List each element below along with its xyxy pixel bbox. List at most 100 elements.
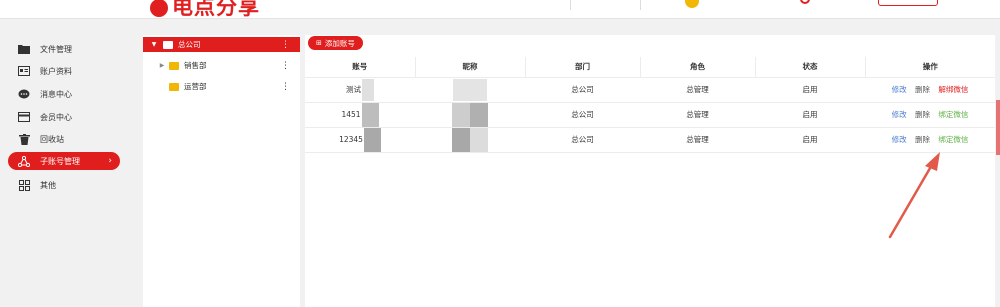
add-account-button[interactable]: ⊞ 添加账号 xyxy=(308,36,363,50)
unbind-wechat-link[interactable]: 解绑微信 xyxy=(938,84,968,95)
account-value: 1451 xyxy=(341,109,361,119)
trash-icon xyxy=(18,133,30,145)
table-row: 1451 总公司 总管理 启用 修改 删除 绑定微信 xyxy=(305,102,995,128)
status-cell: 启用 xyxy=(755,77,865,103)
edit-link[interactable]: 修改 xyxy=(892,134,907,145)
redacted-block xyxy=(452,102,470,127)
more-icon[interactable]: ⋮ xyxy=(281,40,290,50)
sidebar-item-sub-accounts[interactable]: 子账号管理 › xyxy=(8,152,120,170)
tree-node-label: 销售部 xyxy=(184,61,207,70)
column-header-department: 部门 xyxy=(524,57,641,78)
folder-icon xyxy=(163,40,173,49)
status-cell: 启用 xyxy=(755,102,865,128)
actions-cell: 修改 删除 解绑微信 xyxy=(865,77,995,103)
redacted-block xyxy=(470,102,488,127)
scrollbar-track[interactable] xyxy=(995,35,1000,307)
tree-node-label: 运营部 xyxy=(184,82,207,91)
sidebar-item-label: 回收站 xyxy=(40,134,64,144)
tree-node-label: 总公司 xyxy=(178,40,201,49)
header-outline-button[interactable] xyxy=(878,0,938,6)
column-header-account: 账号 xyxy=(305,57,416,78)
folder-icon xyxy=(169,61,179,70)
redacted-block xyxy=(361,102,379,127)
id-card-icon xyxy=(18,65,30,77)
caret-down-icon[interactable]: ▼ xyxy=(149,41,159,48)
redacted-block xyxy=(363,127,381,152)
sidebar-item-files[interactable]: 文件管理 xyxy=(8,40,120,58)
grid-icon xyxy=(18,179,30,191)
sidebar: 文件管理 账户资料 消息中心 会员中心 回收站 子账号管理 › 其他 xyxy=(0,19,127,307)
edit-link[interactable]: 修改 xyxy=(892,84,907,95)
account-table: 账号 昵称 部门 角色 状态 操作 测试 总公司 总管理 启用 修改 删除 解绑… xyxy=(305,57,995,153)
sidebar-item-label: 账户资料 xyxy=(40,66,72,76)
redacted-block xyxy=(452,127,470,152)
redacted-block xyxy=(453,78,487,101)
account-value: 测试 xyxy=(346,84,361,94)
sidebar-item-messages[interactable]: 消息中心 xyxy=(8,85,120,103)
actions-cell: 修改 删除 绑定微信 xyxy=(865,102,995,128)
sidebar-item-account-info[interactable]: 账户资料 xyxy=(8,62,120,80)
nickname-cell xyxy=(415,127,525,153)
add-user-icon: ⊞ xyxy=(316,39,322,47)
more-icon[interactable]: ⋮ xyxy=(281,61,290,71)
department-cell: 总公司 xyxy=(525,127,640,153)
account-cell: 测试 xyxy=(305,77,415,103)
column-header-nickname: 昵称 xyxy=(414,57,526,78)
redacted-block xyxy=(362,78,374,101)
red-circle-icon[interactable] xyxy=(800,0,810,4)
logo-icon xyxy=(150,0,168,17)
bind-wechat-link[interactable]: 绑定微信 xyxy=(938,134,968,145)
avatar[interactable] xyxy=(685,0,699,8)
scrollbar-thumb[interactable] xyxy=(996,100,1000,155)
nickname-cell xyxy=(415,77,525,103)
account-cell: 1451 xyxy=(305,102,415,128)
sidebar-item-label: 其他 xyxy=(40,180,56,190)
table-header-row: 账号 昵称 部门 角色 状态 操作 xyxy=(305,57,995,78)
department-cell: 总公司 xyxy=(525,102,640,128)
tree-node-operations[interactable]: 运营部 ⋮ xyxy=(143,79,300,94)
add-account-label: 添加账号 xyxy=(324,38,355,48)
tree-node-sales[interactable]: ▶ 销售部 ⋮ xyxy=(143,58,300,73)
edit-link[interactable]: 修改 xyxy=(892,109,907,120)
department-tree: ▼ 总公司 ⋮ ▶ 销售部 ⋮ 运营部 ⋮ xyxy=(143,35,300,307)
delete-link[interactable]: 删除 xyxy=(915,84,930,95)
account-list-panel: ⊞ 添加账号 账号 昵称 部门 角色 状态 操作 测试 总公司 总管理 启用 修… xyxy=(305,35,995,307)
folder-icon xyxy=(18,43,30,55)
delete-link[interactable]: 删除 xyxy=(915,134,930,145)
column-header-actions: 操作 xyxy=(864,57,995,78)
account-cell: 12345 xyxy=(305,127,415,153)
delete-link[interactable]: 删除 xyxy=(915,109,930,120)
role-cell: 总管理 xyxy=(640,77,755,103)
tree-node-root[interactable]: ▼ 总公司 ⋮ xyxy=(143,37,300,52)
caret-right-icon[interactable]: ▶ xyxy=(157,62,167,69)
nickname-cell xyxy=(415,102,525,128)
status-cell: 启用 xyxy=(755,127,865,153)
sidebar-item-label: 会员中心 xyxy=(40,112,72,122)
sub-account-icon xyxy=(18,155,30,167)
bind-wechat-link[interactable]: 绑定微信 xyxy=(938,109,968,120)
table-row: 测试 总公司 总管理 启用 修改 删除 解绑微信 xyxy=(305,77,995,103)
sidebar-item-label: 消息中心 xyxy=(40,89,72,99)
role-cell: 总管理 xyxy=(640,127,755,153)
more-icon[interactable]: ⋮ xyxy=(281,82,290,92)
redacted-block xyxy=(470,127,488,152)
folder-icon xyxy=(169,82,179,91)
nav-divider xyxy=(570,0,571,10)
department-cell: 总公司 xyxy=(525,77,640,103)
role-cell: 总管理 xyxy=(640,102,755,128)
sidebar-item-other[interactable]: 其他 xyxy=(8,176,120,194)
column-header-role: 角色 xyxy=(639,57,756,78)
sidebar-item-membership[interactable]: 会员中心 xyxy=(8,108,120,126)
column-header-status: 状态 xyxy=(754,57,866,78)
sidebar-item-label: 文件管理 xyxy=(40,44,72,54)
top-bar: 电点分享 xyxy=(0,0,1000,19)
chevron-right-icon: › xyxy=(108,156,112,166)
chat-icon xyxy=(18,88,30,100)
actions-cell: 修改 删除 绑定微信 xyxy=(865,127,995,153)
logo[interactable]: 电点分享 xyxy=(150,0,260,19)
logo-text: 电点分享 xyxy=(172,0,260,19)
sidebar-item-recycle-bin[interactable]: 回收站 xyxy=(8,130,120,148)
sidebar-item-label: 子账号管理 xyxy=(40,156,80,166)
card-icon xyxy=(18,111,30,123)
table-row: 12345 总公司 总管理 启用 修改 删除 绑定微信 xyxy=(305,127,995,153)
